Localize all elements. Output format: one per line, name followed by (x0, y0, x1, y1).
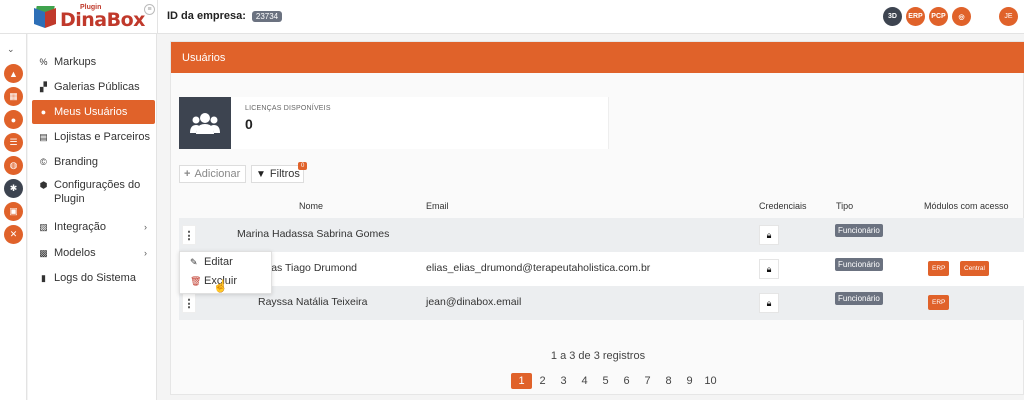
sidebar-item-markups[interactable]: % Markups (32, 50, 155, 74)
logs-icon: ▮ (41, 272, 46, 283)
avatar[interactable]: JE (999, 7, 1018, 26)
gift-icon[interactable]: ▣ (4, 202, 23, 221)
top-bar: Plugin DinaBox ≡ ID da empresa: 23734 3D… (0, 0, 1024, 34)
menu-toggle-icon[interactable]: ≡ (144, 4, 155, 15)
page-button[interactable]: 1 (511, 373, 532, 389)
pagination: 1 2 3 4 5 6 7 8 9 10 (511, 373, 721, 389)
trash-icon: 🗑︎ (190, 275, 202, 286)
chevron-down-icon[interactable]: ⌄ (7, 44, 15, 55)
page-button[interactable]: 9 (679, 373, 700, 389)
type-badge: Funcionário (835, 224, 883, 237)
users-icon[interactable]: ● (4, 110, 23, 129)
sidebar-item-configuracoes[interactable]: ⬢ Configurações do Plugin (32, 176, 155, 210)
building-icon[interactable]: ▦ (4, 87, 23, 106)
page-button[interactable]: 3 (553, 373, 574, 389)
edit-menu-item[interactable]: ✎ Editar (190, 256, 233, 268)
column-header-modulos[interactable]: Módulos com acesso (924, 201, 1009, 211)
row-actions-button[interactable]: ⋮ (182, 225, 196, 245)
sidebar-item-modelos[interactable]: ▩ Modelos › (32, 241, 155, 265)
page-button[interactable]: 6 (616, 373, 637, 389)
logo-cube-icon (34, 6, 56, 29)
chevron-right-icon: › (144, 222, 147, 232)
sidebar-item-branding[interactable]: © Branding (32, 150, 155, 174)
percent-icon: % (39, 57, 48, 67)
type-badge: Funcionário (835, 292, 883, 305)
cogs-icon[interactable]: ✱ (4, 179, 23, 198)
sidebar-item-lojistas[interactable]: ▤ Lojistas e Parceiros (32, 125, 155, 149)
module-badge-erp: ERP (928, 295, 950, 310)
divider (157, 0, 158, 34)
table-row: as Tiago Drumond elias_elias_drumond@ter… (179, 252, 1024, 286)
pcp-button[interactable]: PCP (929, 7, 948, 26)
sidebar-item-galerias[interactable]: ▞ Galerias Públicas (32, 75, 155, 99)
module-badge-central: Central (960, 261, 989, 276)
sidebar-item-integracao[interactable]: ▨ Integração › (32, 215, 155, 239)
users-group-icon (179, 97, 231, 149)
column-header-tipo[interactable]: Tipo (836, 201, 853, 211)
user-name: Marina Hadassa Sabrina Gomes (237, 228, 390, 240)
license-label: LICENÇAS DISPONÍVEIS (245, 105, 331, 112)
edit-icon: ✎ (190, 256, 198, 267)
table-row: ⋮ Rayssa Natália Teixeira jean@dinabox.e… (179, 286, 1024, 320)
lock-icon[interactable]: 🔒︎ (759, 259, 779, 279)
erp-button[interactable]: ERP (906, 7, 925, 26)
globe-icon[interactable]: ◍ (4, 156, 23, 175)
gallery-icon: ▞ (40, 81, 47, 92)
type-badge: Funcionário (835, 258, 883, 271)
filter-count-badge: 0 (298, 162, 308, 170)
user-email: jean@dinabox.email (426, 296, 522, 308)
table-row: ⋮ Marina Hadassa Sabrina Gomes 🔒︎ Funcio… (179, 218, 1024, 252)
company-label: ID da empresa: (167, 10, 246, 22)
license-card: LICENÇAS DISPONÍVEIS 0 (179, 97, 609, 149)
filter-icon: ▼ (256, 168, 266, 180)
chart-icon[interactable]: ▲ (4, 64, 23, 83)
page-button[interactable]: 8 (658, 373, 679, 389)
user-email: elias_elias_drumond@terapeutaholistica.c… (426, 262, 651, 274)
records-count: 1 a 3 de 3 registros (550, 350, 646, 362)
list-icon[interactable]: ☰ (4, 133, 23, 152)
license-value: 0 (245, 116, 253, 132)
sidebar-item-logs[interactable]: ▮ Logs do Sistema (32, 266, 155, 290)
page-button[interactable]: 2 (532, 373, 553, 389)
icon-rail: ⌄ ▲ ▦ ● ☰ ◍ ✱ ▣ ✕ (0, 34, 27, 400)
column-header-nome[interactable]: Nome (299, 201, 323, 211)
column-header-credenciais[interactable]: Credenciais (759, 201, 807, 211)
sidebar-item-usuarios[interactable]: ● Meus Usuários (32, 100, 155, 124)
page-button[interactable]: 4 (574, 373, 595, 389)
target-icon[interactable]: ◎ (952, 7, 971, 26)
add-user-button[interactable]: + Adicionar (179, 165, 246, 183)
users-panel: Usuários LICENÇAS DISPONÍVEIS 0 + Adicio… (170, 41, 1024, 395)
integration-icon: ▨ (39, 221, 48, 232)
3d-button[interactable]: 3D (883, 7, 902, 26)
column-header-email[interactable]: Email (426, 201, 449, 211)
page-button[interactable]: 5 (595, 373, 616, 389)
page-button[interactable]: 7 (637, 373, 658, 389)
sidebar: % Markups ▞ Galerias Públicas ● Meus Usuári… (28, 34, 157, 400)
tools-icon[interactable]: ✕ (4, 225, 23, 244)
template-icon: ▩ (39, 247, 48, 258)
logo[interactable]: Plugin DinaBox (34, 3, 145, 31)
lock-icon[interactable]: 🔒︎ (759, 225, 779, 245)
module-badge-erp: ERP (928, 261, 950, 276)
chevron-right-icon: › (144, 248, 147, 258)
store-icon: ▤ (39, 131, 48, 142)
lock-icon[interactable]: 🔒︎ (759, 293, 779, 313)
user-name: Rayssa Natália Teixeira (258, 296, 368, 308)
pointer-cursor-icon: ☝ (213, 279, 228, 293)
page-title: Usuários (171, 42, 1024, 73)
cube-icon: ⬢ (39, 180, 48, 190)
row-actions-button[interactable]: ⋮ (182, 293, 196, 313)
filter-button[interactable]: ▼ Filtros (251, 165, 304, 183)
page-button[interactable]: 10 (700, 373, 721, 389)
logo-text: DinaBox (60, 9, 145, 31)
company-id-badge: 23734 (251, 10, 283, 22)
top-icons: 3D ERP PCP ◎ (883, 7, 971, 26)
plus-icon: + (184, 168, 191, 180)
company-id: ID da empresa: 23734 (167, 10, 283, 22)
copyright-icon: © (40, 157, 47, 167)
users-icon: ● (40, 107, 47, 117)
